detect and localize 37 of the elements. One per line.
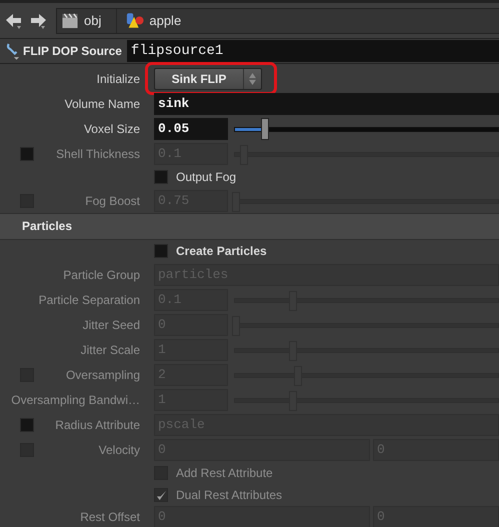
- checkbox-label: Output Fog: [176, 170, 236, 184]
- shapes-icon: [126, 12, 144, 29]
- parameter-label: Jitter Seed: [82, 318, 140, 332]
- up-down-icon: [249, 73, 256, 85]
- input-field[interactable]: sink: [154, 92, 499, 114]
- parameter-label: Shell Thickness: [56, 146, 140, 160]
- checkbox[interactable]: [154, 244, 168, 258]
- parameter-label: Radius Attribute: [55, 418, 140, 432]
- input-field[interactable]: 0.05: [154, 118, 228, 140]
- slider-thumb[interactable]: [260, 118, 269, 140]
- path-item[interactable]: apple: [149, 13, 182, 28]
- slider-track[interactable]: [232, 118, 499, 140]
- checkmark-icon: [156, 490, 166, 500]
- checkbox[interactable]: [154, 170, 168, 184]
- section-header[interactable]: Particles: [0, 213, 499, 240]
- parameter-label: Rest Offset: [80, 510, 140, 524]
- node-type-icon: [6, 42, 20, 60]
- parameter-label: Oversampling Bandwi…: [11, 392, 140, 406]
- dropdown-menu[interactable]: Sink FLIP: [154, 68, 262, 90]
- parameter-label: Particle Group: [63, 268, 140, 282]
- parameter-label: Voxel Size: [84, 122, 140, 136]
- parameter-label: Velocity: [98, 442, 140, 456]
- checkbox-label: Create Particles: [176, 244, 267, 258]
- parameter-label: Fog Boost: [85, 194, 140, 208]
- parameter-label: Particle Separation: [38, 292, 140, 306]
- back-icon[interactable]: [5, 12, 23, 30]
- node-type-label: FLIP DOP Source: [23, 44, 122, 58]
- forward-icon[interactable]: [29, 12, 47, 30]
- path-item[interactable]: obj: [84, 13, 102, 28]
- clapperboard-icon: [61, 12, 79, 29]
- parameter-label: Initialize: [96, 72, 140, 86]
- checkbox-label: Dual Rest Attributes: [176, 488, 282, 502]
- parameter-label: Jitter Scale: [80, 342, 140, 356]
- parameter-label: Volume Name: [64, 96, 140, 110]
- node-name-field[interactable]: flipsource1: [126, 40, 499, 62]
- checkbox-label: Add Rest Attribute: [176, 466, 273, 480]
- parameter-label: Oversampling: [66, 368, 140, 382]
